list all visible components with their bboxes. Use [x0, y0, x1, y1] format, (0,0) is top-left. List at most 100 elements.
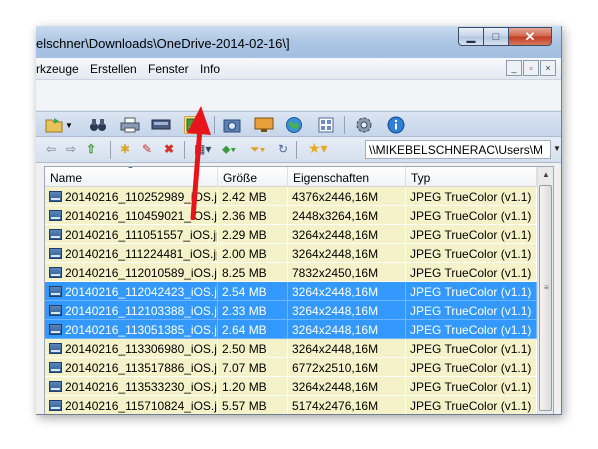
path-dropdown-icon[interactable]: ▼ [553, 144, 561, 153]
file-row[interactable]: 20140216_113517886_iOS.jpg 7.07 MB 6772x25… [45, 358, 537, 377]
file-properties-cell: 7832x2450,16M [288, 263, 406, 282]
grip-icon: ≡ [544, 283, 549, 292]
toolbar-separator [110, 141, 111, 159]
dropdown-icon[interactable]: ▼ [64, 116, 74, 134]
file-row[interactable]: 20140216_111051557_iOS.jpg 2.29 MB 3264x24… [45, 225, 537, 244]
file-type-cell: JPEG TrueColor (v1.1) [406, 206, 537, 225]
file-properties-cell: 3264x2448,16M [288, 225, 406, 244]
file-name: 20140216_112103388_iOS.jpg [65, 304, 218, 318]
file-name: 20140216_112042423_iOS.jpg [65, 285, 218, 299]
scrollbar-thumb[interactable]: ≡ [539, 185, 552, 411]
file-name-cell[interactable]: 20140216_113533230_iOS.jpg [45, 377, 218, 396]
settings-icon[interactable] [354, 116, 374, 134]
print-icon[interactable] [120, 116, 140, 134]
toolbar-separator [344, 116, 345, 134]
close-button[interactable]: ✕ [509, 27, 552, 46]
file-name-cell[interactable]: 20140216_111224481_iOS.jpg [45, 244, 218, 263]
file-properties-cell: 4376x2446,16M [288, 187, 406, 206]
file-row[interactable]: 20140216_115710824_iOS.jpg 5.57 MB 5174x24… [45, 396, 537, 414]
file-name-cell[interactable]: 20140216_113306980_iOS.jpg [45, 339, 218, 358]
menu-erstellen[interactable]: Erstellen [90, 62, 137, 76]
mdi-minimize-button[interactable]: _ [506, 60, 522, 76]
file-row[interactable]: 20140216_111224481_iOS.jpg 2.00 MB 3264x24… [45, 244, 537, 263]
file-name-cell[interactable]: 20140216_111051557_iOS.jpg [45, 225, 218, 244]
open-folder-icon[interactable] [44, 116, 64, 134]
thumbnails-icon[interactable] [316, 116, 336, 134]
scanner-icon[interactable] [151, 116, 171, 134]
menu-info[interactable]: Info [200, 62, 220, 76]
jpeg-file-icon [49, 267, 62, 278]
file-row[interactable]: 20140216_113306980_iOS.jpg 2.50 MB 3264x24… [45, 339, 537, 358]
file-name: 20140216_111051557_iOS.jpg [65, 228, 218, 242]
irfanview-thumbnails-window: elschner\Downloads\OneDrive-2014-02-16\]… [36, 26, 562, 415]
file-size-cell: 2.50 MB [218, 339, 288, 358]
file-row[interactable]: 20140216_112103388_iOS.jpg 2.33 MB 3264x24… [45, 301, 537, 320]
maximize-button[interactable]: □ [484, 27, 509, 46]
file-name-cell[interactable]: 20140216_113051385_iOS.jpg [45, 320, 218, 339]
file-type-cell: JPEG TrueColor (v1.1) [406, 244, 537, 263]
favorites-icon[interactable]: ★▾ [308, 140, 328, 157]
refresh-icon[interactable]: ↻ [278, 142, 288, 156]
file-name-cell[interactable]: 20140216_112042423_iOS.jpg [45, 282, 218, 301]
file-row[interactable]: 20140216_110459021_iOS.jpg 2.36 MB 2448x32… [45, 206, 537, 225]
file-row[interactable]: 20140216_110252989_iOS.jpg 2.42 MB 4376x24… [45, 187, 537, 206]
menu-fenster[interactable]: Fenster [148, 62, 189, 76]
file-name: 20140216_113051385_iOS.jpg [65, 323, 218, 337]
mdi-restore-button[interactable]: ▫ [523, 60, 539, 76]
file-size-cell: 2.33 MB [218, 301, 288, 320]
file-name: 20140216_113306980_iOS.jpg [65, 342, 218, 356]
vertical-scrollbar[interactable]: ▲ ≡ [537, 167, 553, 414]
globe-icon[interactable] [284, 116, 304, 134]
file-size-cell: 7.07 MB [218, 358, 288, 377]
minimize-button[interactable]: ▁ [458, 27, 484, 46]
column-header-properties[interactable]: Eigenschaften [288, 167, 406, 187]
file-size-cell: 8.25 MB [218, 263, 288, 282]
file-properties-cell: 3264x2448,16M [288, 339, 406, 358]
file-name-cell[interactable]: 20140216_113517886_iOS.jpg [45, 358, 218, 377]
file-name: 20140216_111224481_iOS.jpg [65, 247, 218, 261]
edit-icon[interactable]: ✎ [142, 142, 152, 156]
file-name-cell[interactable]: 20140216_112103388_iOS.jpg [45, 301, 218, 320]
file-name-cell[interactable]: 20140216_112010589_iOS.jpg [45, 263, 218, 282]
sort-icon[interactable]: ⬥▾ [222, 142, 236, 157]
new-folder-icon[interactable]: ✱ [120, 142, 130, 156]
up-folder-icon[interactable]: ⇧ [86, 142, 96, 156]
delete-icon[interactable]: ✖ [164, 142, 174, 156]
file-row[interactable]: 20140216_112010589_iOS.jpg 8.25 MB 7832x24… [45, 263, 537, 282]
file-name-cell[interactable]: 20140216_115710824_iOS.jpg [45, 396, 218, 414]
main-toolbar: ▼ [36, 111, 561, 137]
binoculars-icon[interactable] [88, 116, 108, 134]
file-size-cell: 2.00 MB [218, 244, 288, 263]
mdi-close-button[interactable]: × [540, 60, 556, 76]
file-name: 20140216_113533230_iOS.jpg [65, 380, 218, 394]
jpeg-file-icon [49, 210, 62, 221]
camera-icon[interactable] [222, 116, 242, 134]
file-type-cell: JPEG TrueColor (v1.1) [406, 282, 537, 301]
forward-icon[interactable]: ⇨ [66, 142, 76, 156]
info-icon[interactable] [386, 116, 406, 134]
file-size-cell: 1.20 MB [218, 377, 288, 396]
jpeg-file-icon [49, 286, 62, 297]
file-size-cell: 5.57 MB [218, 396, 288, 414]
file-size-cell: 2.54 MB [218, 282, 288, 301]
column-header-size[interactable]: Größe [218, 167, 288, 187]
jpeg-file-icon [49, 343, 62, 354]
file-name: 20140216_115710824_iOS.jpg [65, 399, 218, 413]
file-row[interactable]: 20140216_112042423_iOS.jpg 2.54 MB 3264x24… [45, 282, 537, 301]
toolbar-spacer [36, 81, 561, 111]
file-properties-cell: 6772x2510,16M [288, 358, 406, 377]
column-header-type[interactable]: Typ [406, 167, 537, 187]
menu-werkzeuge[interactable]: rkzeuge [36, 62, 79, 76]
file-row[interactable]: 20140216_113533230_iOS.jpg 1.20 MB 3264x24… [45, 377, 537, 396]
file-size-cell: 2.42 MB [218, 187, 288, 206]
back-icon[interactable]: ⇦ [46, 142, 56, 156]
file-row[interactable]: 20140216_113051385_iOS.jpg 2.64 MB 3264x24… [45, 320, 537, 339]
file-rows: 20140216_110252989_iOS.jpg 2.42 MB 4376x24… [45, 187, 537, 414]
file-type-cell: JPEG TrueColor (v1.1) [406, 320, 537, 339]
title-bar[interactable]: elschner\Downloads\OneDrive-2014-02-16\]… [36, 26, 561, 58]
jpeg-file-icon [49, 229, 62, 240]
filter-icon[interactable]: ⏷▾ [250, 142, 265, 157]
path-field[interactable]: \\MIKEBELSCHNERAC\Users\M [365, 140, 551, 159]
scroll-up-icon[interactable]: ▲ [542, 170, 550, 179]
screen-icon[interactable] [254, 116, 274, 134]
